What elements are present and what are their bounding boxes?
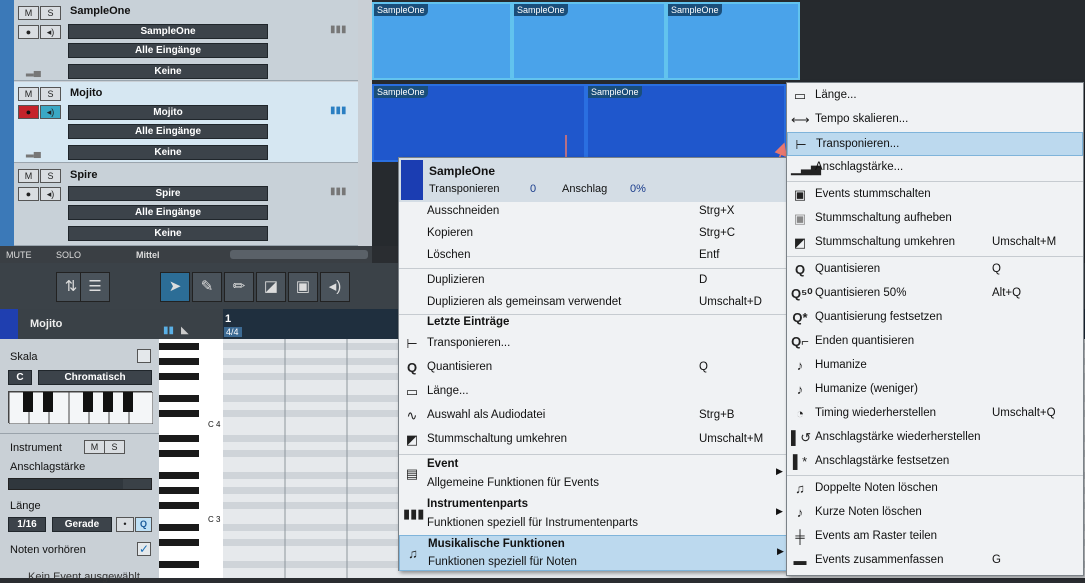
menu-item-recent-bounce[interactable]: ∿ Auswahl als Audiodatei Strg+B xyxy=(399,404,787,428)
short-notes-icon: ♪ xyxy=(796,505,804,520)
instrument-part-icon: ▮▮▮ xyxy=(403,506,425,521)
menu-item-recent-quantize[interactable]: Q Quantisieren Q xyxy=(399,356,787,380)
menu-item-recent-length[interactable]: ▭ Länge... xyxy=(399,380,787,404)
audio-file-icon: ∿ xyxy=(406,408,418,423)
submenu-item-restore-velocity[interactable]: ▌↺ Anschlagstärke wiederherstellen xyxy=(787,426,1083,450)
humanize-icon: ♪ xyxy=(796,358,804,373)
quantize-ends-icon: Q⌐ xyxy=(791,334,809,349)
menu-separator xyxy=(787,181,1083,182)
menu-item-duplicate-shared[interactable]: Duplizieren als gemeinsam verwendet Umsch… xyxy=(399,291,787,315)
merge-icon: ▬ xyxy=(793,553,807,568)
submenu-item-humanize-less[interactable]: ♪ Humanize (weniger) xyxy=(787,378,1083,402)
mute-toggle-icon: ◩ xyxy=(793,235,807,250)
velocity-icon: ▁▃▅ xyxy=(791,160,821,175)
mute-toggle-icon: ◩ xyxy=(405,432,419,447)
musical-functions-submenu: ▭ Länge... ⟷ Tempo skalieren... ⊢ Transponi… xyxy=(786,82,1084,576)
context-menu: SampleOne Transponieren 0 Anschlag 0% Au… xyxy=(398,157,788,571)
submenu-item-delete-short[interactable]: ♪ Kurze Noten löschen xyxy=(787,501,1083,525)
submenu-item-freeze-quantize[interactable]: Q* Quantisierung festsetzen xyxy=(787,306,1083,330)
menu-header: SampleOne Transponieren 0 Anschlag 0% xyxy=(399,158,787,202)
menu-item-delete[interactable]: Löschen Entf xyxy=(399,244,787,268)
humanize-less-icon: ♪ xyxy=(796,382,804,397)
velocity-header-label: Anschlag xyxy=(562,183,608,195)
note-icon: ♫ xyxy=(408,546,418,561)
freeze-velocity-icon: ▌* xyxy=(792,454,808,469)
submenu-item-quantize[interactable]: Q Quantisieren Q xyxy=(787,258,1083,282)
restore-timing-icon: ◔ xyxy=(796,406,804,421)
menu-separator xyxy=(399,314,787,315)
submenu-item-freeze-velocity[interactable]: ▌* Anschlagstärke festsetzen xyxy=(787,450,1083,474)
submenu-item-restore-timing[interactable]: ◔ Timing wiederherstellen Umschalt+Q xyxy=(787,402,1083,426)
menu-header-title: SampleOne xyxy=(429,164,496,178)
event-color-swatch xyxy=(401,160,423,200)
submenu-item-tempo-scale[interactable]: ⟷ Tempo skalieren... xyxy=(787,108,1083,132)
submenu-item-merge-events[interactable]: ▬ Events zusammenfassen G xyxy=(787,549,1083,573)
submenu-item-transpose[interactable]: ⊢ Transponieren... xyxy=(787,132,1083,156)
submenu-item-split-at-grid[interactable]: ╪ Events am Raster teilen xyxy=(787,525,1083,549)
length-icon: ▭ xyxy=(405,384,419,399)
menu-item-copy[interactable]: Kopieren Strg+C xyxy=(399,222,787,246)
transpose-icon: ⊢ xyxy=(795,137,807,152)
quantize-icon: Q xyxy=(794,262,806,277)
menu-group-musical-functions[interactable]: ♫ Musikalische Funktionen Funktionen spe… xyxy=(399,535,787,571)
submenu-item-length[interactable]: ▭ Länge... xyxy=(787,84,1083,108)
submenu-item-unmute[interactable]: ▣ Stummschaltung aufheben xyxy=(787,207,1083,231)
duplicate-notes-icon: ♫ xyxy=(795,481,805,496)
submenu-item-mute-events[interactable]: ▣ Events stummschalten xyxy=(787,183,1083,207)
quantize-50-icon: Q⁵⁰ xyxy=(791,286,813,301)
transpose-icon: ⊢ xyxy=(406,336,418,351)
velocity-header-value[interactable]: 0% xyxy=(630,183,646,195)
menu-separator xyxy=(787,475,1083,476)
unmute-icon: ▣ xyxy=(793,211,807,226)
menu-item-duplicate[interactable]: Duplizieren D xyxy=(399,269,787,293)
split-icon: ╪ xyxy=(795,529,805,544)
submenu-item-humanize[interactable]: ♪ Humanize xyxy=(787,354,1083,378)
submenu-arrow-icon: ▶ xyxy=(777,546,784,556)
menu-item-recent-mute-toggle[interactable]: ◩ Stummschaltung umkehren Umschalt+M xyxy=(399,428,787,452)
submenu-item-mute-toggle[interactable]: ◩ Stummschaltung umkehren Umschalt+M xyxy=(787,231,1083,255)
submenu-item-velocity[interactable]: ▁▃▅ Anschlagstärke... xyxy=(787,156,1083,180)
freeze-quantize-icon: Q* xyxy=(792,310,808,325)
submenu-item-quantize-50[interactable]: Q⁵⁰ Quantisieren 50% Alt+Q xyxy=(787,282,1083,306)
submenu-item-quantize-ends[interactable]: Q⌐ Enden quantisieren xyxy=(787,330,1083,354)
submenu-arrow-icon: ▶ xyxy=(776,466,783,476)
mute-icon: ▣ xyxy=(793,187,807,202)
submenu-item-delete-duplicates[interactable]: ♫ Doppelte Noten löschen xyxy=(787,477,1083,501)
menu-group-instrument-parts[interactable]: ▮▮▮ Instrumentenparts Funktionen speziel… xyxy=(399,496,787,534)
menu-item-cut[interactable]: Ausschneiden Strg+X xyxy=(399,200,787,224)
transpose-label: Transponieren xyxy=(429,183,500,195)
restore-velocity-icon: ▌↺ xyxy=(791,430,812,445)
length-icon: ▭ xyxy=(793,88,807,103)
menu-item-recent-transpose[interactable]: ⊢ Transponieren... xyxy=(399,332,787,356)
recent-header: Letzte Einträge xyxy=(427,316,510,328)
menu-separator xyxy=(399,454,787,455)
submenu-arrow-icon: ▶ xyxy=(776,506,783,516)
event-icon: ▤ xyxy=(405,466,419,481)
menu-group-event[interactable]: ▤ Event Allgemeine Funktionen für Events… xyxy=(399,456,787,494)
tempo-scale-icon: ⟷ xyxy=(791,112,810,127)
quantize-icon: Q xyxy=(406,360,418,375)
transpose-value[interactable]: 0 xyxy=(530,183,536,195)
menu-separator xyxy=(787,256,1083,257)
